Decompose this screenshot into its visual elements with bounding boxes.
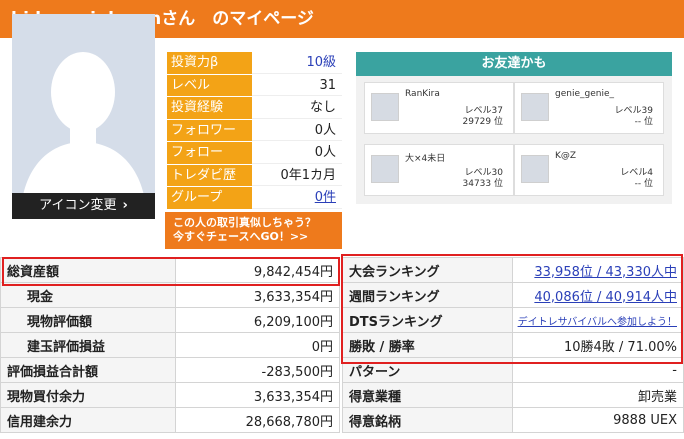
asset-label: 総資産額 [0,257,176,283]
stat-label: レベル [167,74,252,96]
ranking-link[interactable]: 40,086位 / 40,914人中 [512,282,684,308]
friends-title: お友達かも [356,52,672,76]
asset-row: 評価損益合計額 -283,500円 [0,357,340,383]
asset-row: 現金 3,633,354円 [0,282,340,308]
ranking-row: 週間ランキング 40,086位 / 40,914人中 [342,282,684,308]
chase-line-1: この人の取引真似しちゃう？ [173,216,316,229]
asset-value: 28,668,780円 [175,407,340,433]
stat-label: グループ [167,187,252,209]
ranking-row: パターン - [342,357,684,383]
stat-label: 投資力β [167,52,252,74]
ranking-value: - [512,357,684,383]
ranking-link[interactable]: 33,958位 / 43,330人中 [512,257,684,283]
asset-label: 評価損益合計額 [0,357,176,383]
friend-card[interactable]: K@Z レベル4 -- 位 [514,144,664,196]
stat-row: グループ 0件 [167,187,342,210]
friend-name[interactable]: 大×4未日 [405,151,445,164]
asset-label: 現金 [0,282,176,308]
ranking-row: DTSランキング デイトレサバイバルへ参加しよう！ [342,307,684,333]
friend-card[interactable]: 大×4未日 レベル30 34733 位 [364,144,514,196]
ranking-label: 大会ランキング [342,257,513,283]
asset-label: 現物買付余力 [0,382,176,408]
stat-row: フォロー 0人 [167,142,342,165]
ranking-row: 得意業種 卸売業 [342,382,684,408]
stat-label: フォロー [167,142,252,164]
icon-change-button[interactable]: アイコン変更 › [12,193,155,219]
user-avatar-icon[interactable] [371,93,399,121]
friends-panel: お友達かも RanKira レベル37 29729 位 genie_genie_ レベル… [356,52,672,204]
asset-value: 9,842,454円 [175,257,340,283]
stat-label: フォロワー [167,119,252,141]
ranking-link[interactable]: デイトレサバイバルへ参加しよう！ [512,307,684,333]
friend-name[interactable]: K@Z [555,151,576,161]
chase-button[interactable]: この人の取引真似しちゃう？ 今すぐチェースへGO！>> [165,212,342,249]
ranking-row: 大会ランキング 33,958位 / 43,330人中 [342,257,684,283]
stat-value[interactable]: 0件 [252,187,342,209]
user-avatar-icon[interactable] [521,155,549,183]
ranking-value: 9888 UEX [512,407,684,433]
asset-row: 信用建余力 28,668,780円 [0,407,340,433]
asset-row: 総資産額 9,842,454円 [0,257,340,283]
user-avatar-icon[interactable] [521,93,549,121]
stat-label: トレダビ歴 [167,164,252,186]
friend-name[interactable]: RanKira [405,89,440,99]
avatar [12,14,155,219]
ranking-row: 得意銘柄 9888 UEX [342,407,684,433]
stat-label: 投資経験 [167,97,252,119]
ranking-value: 10勝4敗 / 71.00% [512,332,684,358]
friend-rank: 34733 位 [462,179,504,189]
stat-value: 0人 [252,142,342,164]
ranking-value: 卸売業 [512,382,684,408]
asset-row: 建玉評価損益 0円 [0,332,340,358]
friend-card[interactable]: RanKira レベル37 29729 位 [364,82,514,134]
friend-name[interactable]: genie_genie_ [555,89,614,99]
rankings-table: 大会ランキング 33,958位 / 43,330人中 週間ランキング 40,086位 … [342,257,684,433]
stat-value: なし [252,97,342,119]
ranking-row: 勝敗 / 勝率 10勝4敗 / 71.00% [342,332,684,358]
asset-row: 現物評価額 6,209,100円 [0,307,340,333]
ranking-label: DTSランキング [342,307,513,333]
ranking-label: 勝敗 / 勝率 [342,332,513,358]
chase-line-2: 今すぐチェースへGO！>> [173,230,309,243]
stat-row: レベル 31 [167,74,342,97]
asset-value: 3,633,354円 [175,382,340,408]
ranking-label: 週間ランキング [342,282,513,308]
assets-table: 総資産額 9,842,454円 現金 3,633,354円 現物評価額 6,209,100… [0,257,340,433]
asset-row: 現物買付余力 3,633,354円 [0,382,340,408]
stat-value: 31 [252,74,342,96]
stat-value[interactable]: 10級 [252,52,342,74]
asset-value: 6,209,100円 [175,307,340,333]
user-avatar-icon[interactable] [371,155,399,183]
chevron-right-icon: › [122,198,128,213]
stat-value: 0年1カ月 [252,164,342,186]
friend-rank: -- 位 [634,117,653,127]
stat-row: 投資経験 なし [167,97,342,120]
icon-change-label: アイコン変更 [39,198,117,213]
stat-row: フォロワー 0人 [167,119,342,142]
stat-value: 0人 [252,119,342,141]
asset-value: 3,633,354円 [175,282,340,308]
asset-label: 信用建余力 [0,407,176,433]
friend-rank: -- 位 [634,179,653,189]
ranking-label: 得意銘柄 [342,407,513,433]
profile-stats: 投資力β 10級 レベル 31 投資経験 なし フォロワー 0人 フォロー 0人 トレダビ歴 0年1カ… [167,52,342,210]
friend-card[interactable]: genie_genie_ レベル39 -- 位 [514,82,664,134]
asset-value: 0円 [175,332,340,358]
asset-value: -283,500円 [175,357,340,383]
friend-rank: 29729 位 [462,117,504,127]
stat-row: トレダビ歴 0年1カ月 [167,164,342,187]
stat-row: 投資力β 10級 [167,52,342,75]
default-avatar-icon [12,14,155,219]
ranking-label: 得意業種 [342,382,513,408]
asset-label: 現物評価額 [0,307,176,333]
asset-label: 建玉評価損益 [0,332,176,358]
ranking-label: パターン [342,357,513,383]
